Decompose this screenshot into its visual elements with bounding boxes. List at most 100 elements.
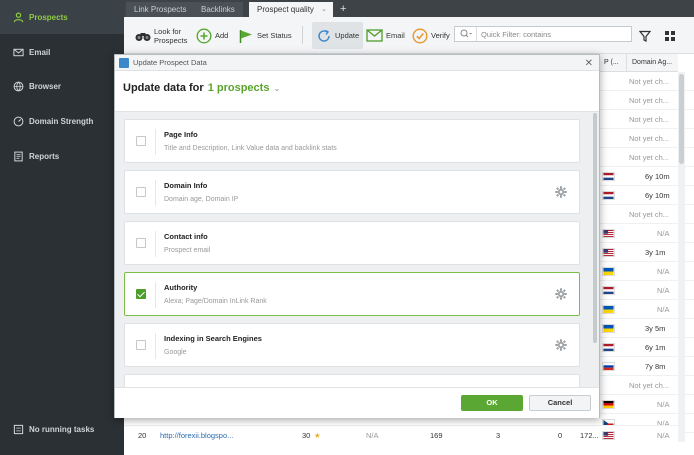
update-option-authority[interactable]: Authority Alexa; Page/Domain InLink Rank (124, 272, 580, 316)
domain-age-cell: 6y 1m (645, 343, 666, 352)
dialog-scrollbar[interactable] (592, 113, 598, 383)
tab-label: Link Prospects (134, 5, 187, 14)
domain-age-cell: 3y 1m (645, 248, 666, 257)
option-title: Indexing in Search Engines (164, 334, 262, 343)
column-header-p[interactable]: P (... (598, 54, 626, 72)
sidebar-item-prospects[interactable]: Prospects (0, 0, 124, 34)
column-header-domain-age[interactable]: Domain Ag... (626, 54, 678, 72)
dialog-footer: OK Cancel (115, 387, 599, 418)
sidebar-item-email[interactable]: Email (0, 35, 124, 69)
domain-age-cell: Not yet ch... (629, 96, 670, 105)
domain-age-cell: N/A (657, 267, 670, 276)
toolbar: Look for Prospects Add Set Status Update … (124, 17, 694, 54)
chevron-down-icon[interactable]: ⌄ (321, 2, 327, 17)
domain-age-cell: N/A (657, 305, 670, 314)
update-option-page-info[interactable]: Page Info Title and Description, Link Val… (124, 119, 580, 163)
update-button[interactable]: Update (312, 22, 364, 49)
update-option-domain-info[interactable]: Domain Info Domain age, Domain IP (124, 170, 580, 214)
search-icon[interactable] (455, 27, 477, 41)
running-tasks[interactable]: No running tasks (0, 412, 124, 446)
filter-button[interactable] (639, 17, 654, 54)
flag-us-icon (602, 229, 615, 238)
tab-link-prospects[interactable]: Link Prospects (126, 2, 195, 17)
close-icon[interactable]: ✕ (585, 56, 593, 72)
option-title: Page Info (164, 130, 198, 139)
update-option-contact-info[interactable]: Contact info Prospect email (124, 221, 580, 265)
gear-icon[interactable] (555, 186, 567, 198)
option-checkbox[interactable] (136, 238, 146, 248)
look-for-text: Look for (154, 26, 182, 36)
option-checkbox[interactable] (136, 187, 146, 197)
scrollbar-thumb[interactable] (679, 74, 684, 164)
domain-age-cell: N/A (657, 229, 670, 238)
update-option-partial[interactable] (124, 374, 580, 387)
divider (155, 129, 156, 155)
sidebar-item-label: Browser (29, 81, 62, 91)
option-title: Domain Info (164, 181, 208, 190)
table-scrollbar[interactable] (678, 72, 685, 442)
tab-label: Backlinks (201, 5, 235, 14)
prospect-count-dropdown[interactable]: 1 prospects (208, 82, 270, 94)
sidebar-item-label: Domain Strength (29, 116, 94, 126)
gear-icon[interactable] (555, 339, 567, 351)
sidebar-item-reports[interactable]: Reports (0, 139, 124, 173)
funnel-icon (639, 30, 651, 42)
add-tab-button[interactable]: + (335, 2, 351, 17)
sidebar-item-label: Reports (29, 151, 60, 161)
quick-filter-input[interactable]: Quick Filter: contains (454, 26, 632, 42)
table-row[interactable]: 20 http://forexii.blogspo... 30 ★ N/A 16… (124, 425, 678, 444)
globe-icon (12, 80, 24, 92)
update-option-indexing-in-search-engines[interactable]: Indexing in Search Engines Google (124, 323, 580, 367)
person-icon (12, 11, 24, 23)
add-label: Add (215, 31, 229, 40)
flag-us-icon (602, 431, 615, 440)
domain-age-cell: Not yet ch... (629, 115, 670, 124)
flag-nl-icon (602, 343, 615, 352)
app-icon (119, 58, 129, 68)
chevron-down-icon[interactable]: ⌄ (273, 84, 280, 93)
flag-nl-icon (602, 172, 615, 181)
gear-icon[interactable] (555, 288, 567, 300)
add-button[interactable]: Add (196, 17, 228, 54)
grid-view-button[interactable] (664, 17, 679, 54)
row-na: N/A (366, 431, 379, 440)
option-title: Authority (164, 283, 198, 292)
option-checkbox[interactable] (136, 340, 146, 350)
prospects-text: Prospects (154, 35, 188, 45)
report-icon (12, 150, 24, 162)
option-description: Domain age, Domain IP (164, 196, 239, 203)
grid-icon (664, 30, 676, 42)
tab-prospect-quality[interactable]: Prospect quality ⌄ (249, 2, 333, 17)
ok-button[interactable]: OK (461, 395, 523, 411)
row-url-link[interactable]: http://forexii.blogspo... (160, 426, 233, 445)
flag-nl-icon (602, 286, 615, 295)
domain-age-cell: 7y 8m (645, 362, 666, 371)
option-description: Google (164, 349, 187, 356)
look-for-prospects-button[interactable]: Look for Prospects (135, 17, 187, 54)
email-button[interactable]: Email (366, 17, 405, 54)
sidebar-item-browser[interactable]: Browser (0, 69, 124, 103)
star-icon: ★ (314, 431, 321, 440)
domain-age-cell: Not yet ch... (629, 134, 670, 143)
cancel-button[interactable]: Cancel (529, 395, 591, 411)
envelope-icon (12, 46, 24, 58)
scrollbar-thumb[interactable] (593, 113, 597, 343)
option-title: Contact info (164, 232, 208, 241)
row-value-3: 0 (558, 431, 563, 440)
dialog-heading: Update data for 1 prospects ⌄ (123, 82, 280, 94)
option-checkbox[interactable] (136, 136, 146, 146)
tab-backlinks[interactable]: Backlinks (193, 2, 243, 17)
row-score: 30 (302, 431, 311, 440)
verify-button[interactable]: Verify (412, 17, 450, 54)
sidebar-item-domain-strength[interactable]: Domain Strength (0, 104, 124, 138)
flag-us-icon (602, 248, 615, 257)
set-status-button[interactable]: Set Status (238, 17, 292, 54)
divider (155, 282, 156, 308)
option-checkbox[interactable] (136, 289, 146, 299)
look-for-label: Look for Prospects (154, 27, 187, 45)
tasks-label: No running tasks (29, 424, 95, 434)
check-circle-icon (412, 27, 428, 44)
flag-nl-icon (602, 191, 615, 200)
set-status-label: Set Status (257, 31, 292, 40)
domain-age-cell: Not yet ch... (629, 77, 670, 86)
